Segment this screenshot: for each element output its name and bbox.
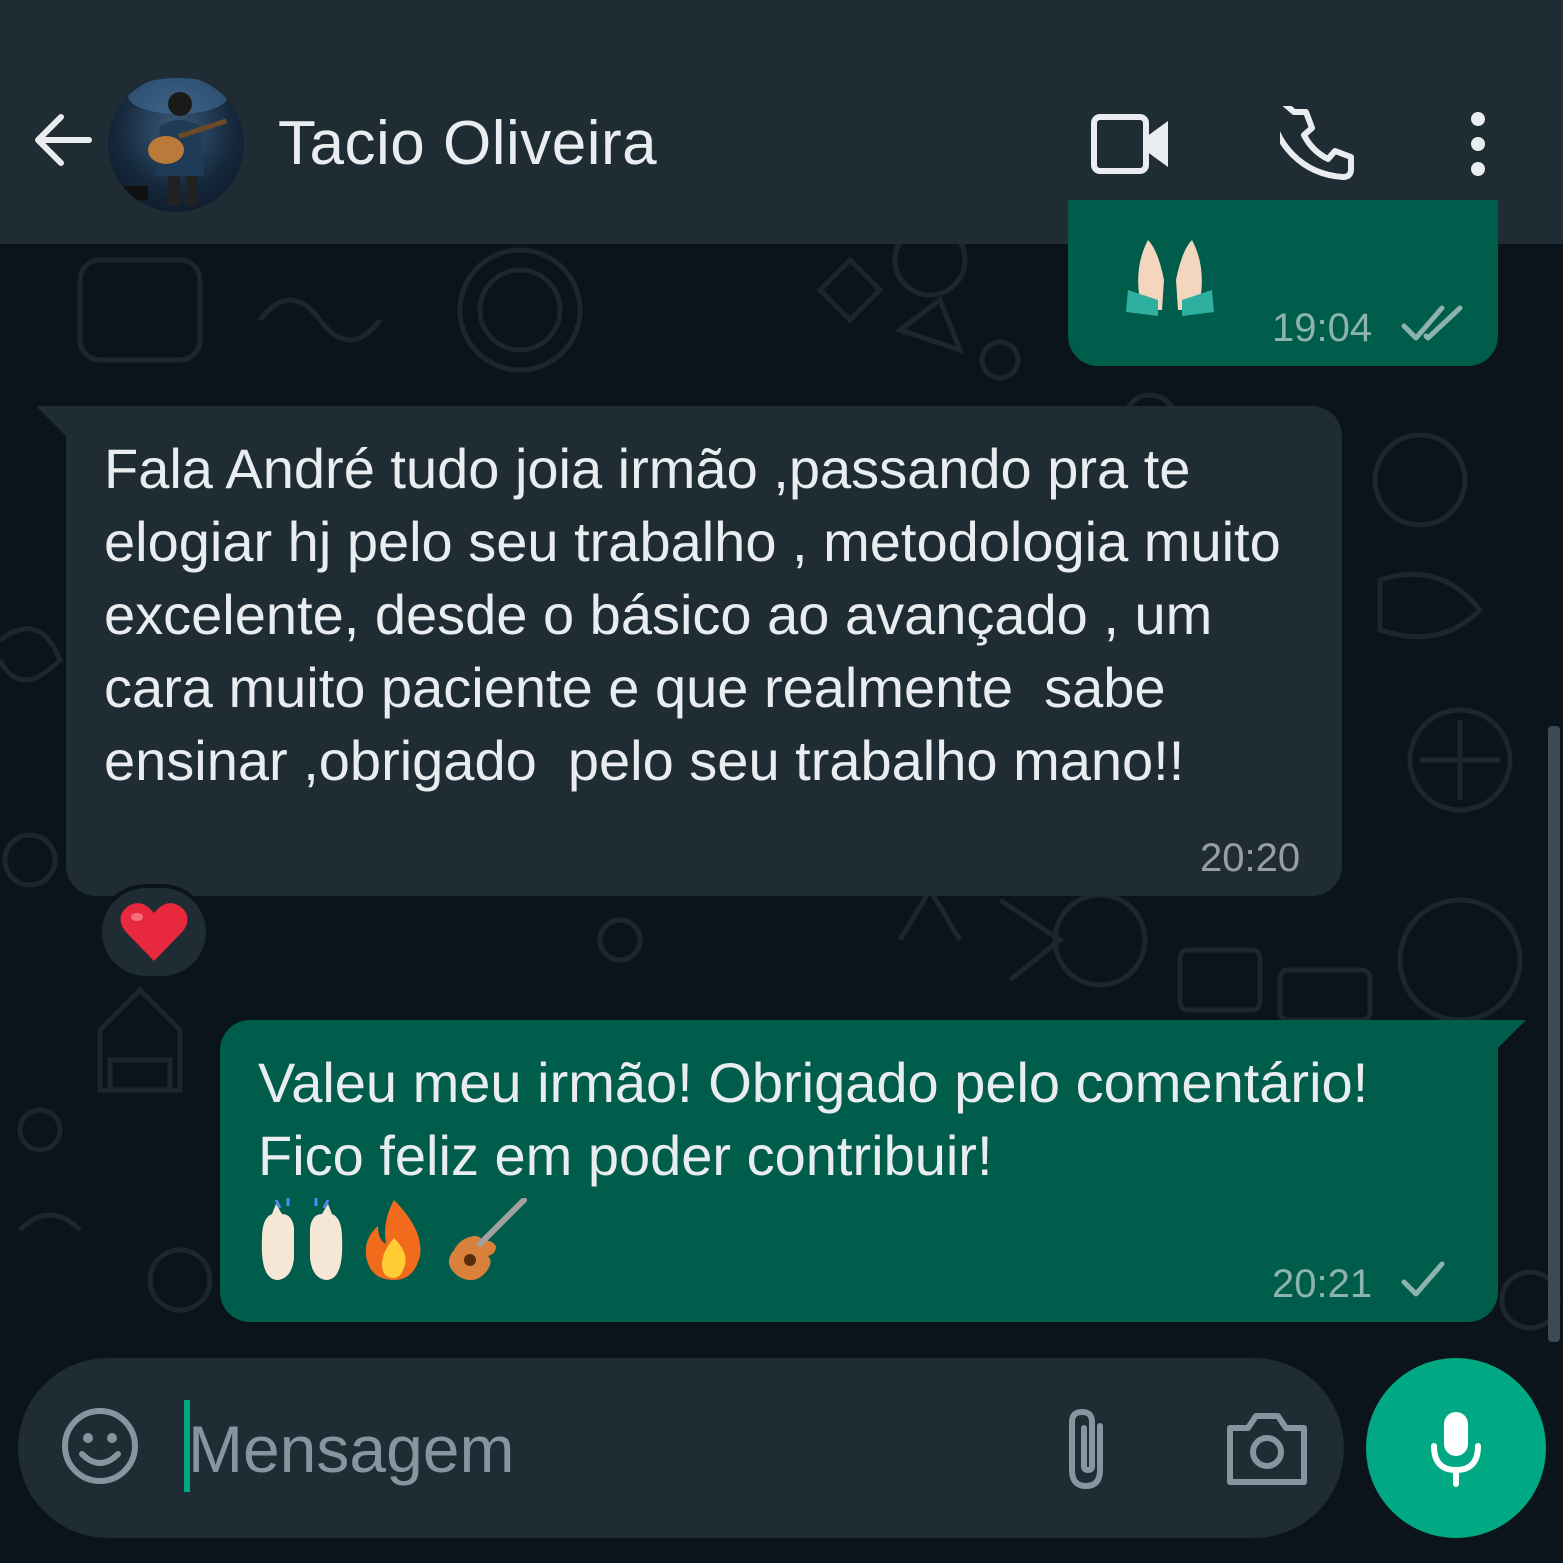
guitar-emoji (448, 1198, 527, 1281)
scrollbar[interactable] (1548, 726, 1560, 1342)
single-check-sent-icon (1401, 1261, 1445, 1297)
camera-icon (1227, 1413, 1307, 1485)
raising-hands-emoji (261, 1198, 343, 1280)
attach-button[interactable] (1054, 1400, 1124, 1496)
voice-call-icon (1280, 106, 1354, 180)
fire-emoji (365, 1200, 421, 1280)
contact-name[interactable]: Tacio Oliveira (278, 108, 657, 179)
message-time: 20:21 (1272, 1262, 1373, 1306)
emoji-row (256, 1198, 530, 1282)
avatar[interactable] (108, 76, 244, 212)
camera-button[interactable] (1222, 1408, 1312, 1488)
message-input[interactable] (188, 1404, 1008, 1494)
heart-icon (120, 903, 188, 961)
more-options-button[interactable] (1448, 100, 1508, 188)
back-arrow-icon (35, 114, 92, 166)
video-call-icon (1091, 114, 1168, 174)
emoji-icon (62, 1408, 138, 1484)
heart-reaction[interactable] (98, 884, 210, 980)
message-text: Fala André tudo joia irmão ,passando pra… (104, 437, 1297, 792)
back-button[interactable] (22, 100, 102, 180)
microphone-icon (1431, 1412, 1481, 1487)
bubble-tail (1492, 1020, 1526, 1054)
avatar-photo (118, 78, 228, 206)
microphone-button[interactable] (1366, 1358, 1546, 1538)
voice-call-button[interactable] (1270, 100, 1366, 188)
message-text: Valeu meu irmão! Obrigado pelo comentári… (258, 1051, 1369, 1187)
double-check-read-icon (1401, 305, 1463, 341)
emoji-button[interactable] (58, 1404, 142, 1488)
more-options-icon (1471, 112, 1485, 176)
praying-hands-emoji (1118, 240, 1222, 325)
message-time: 20:20 (1200, 836, 1301, 880)
video-call-button[interactable] (1082, 100, 1182, 188)
message-time: 19:04 (1272, 306, 1373, 350)
attach-icon (1069, 1408, 1103, 1490)
